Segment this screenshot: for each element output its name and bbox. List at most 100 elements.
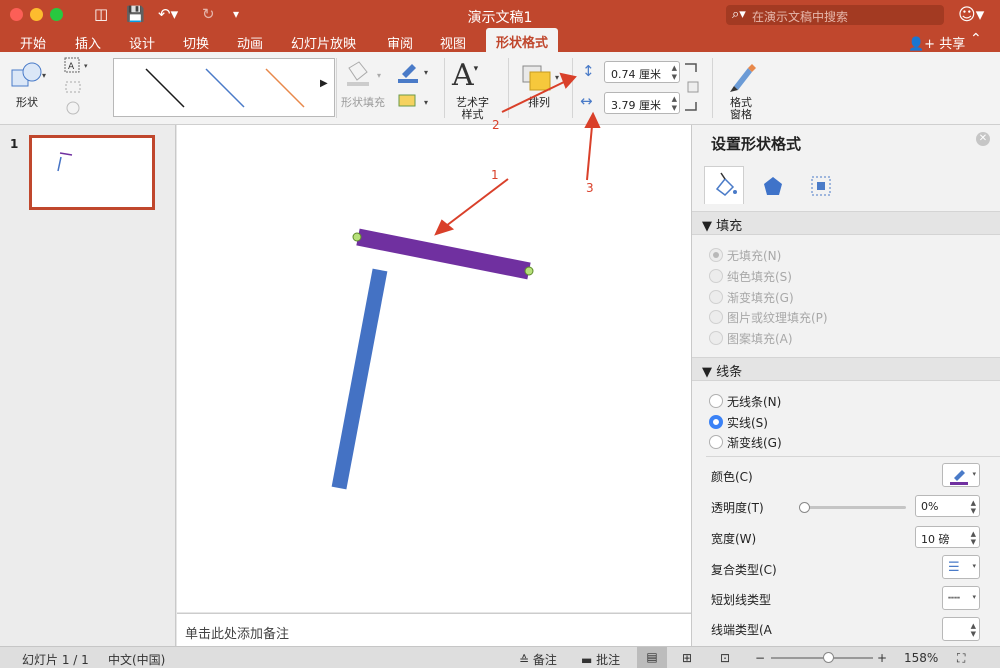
tab-insert[interactable]: 插入 [75, 33, 101, 52]
slide-canvas[interactable] [177, 125, 691, 612]
shape-width-field[interactable]: 3.79 厘米 ▲ ▼ [604, 92, 680, 114]
line-color-picker[interactable]: ▾ [942, 463, 980, 487]
tab-view[interactable]: 视图 [440, 33, 466, 52]
zoom-slider-thumb[interactable] [823, 652, 834, 663]
shape-label: 形状 [16, 96, 38, 109]
fill-option-label: 无填充(N) [727, 249, 782, 263]
zoom-slider[interactable] [771, 657, 873, 659]
line-style-swatch[interactable] [205, 68, 245, 108]
svg-text:▾: ▾ [42, 71, 46, 80]
gallery-scroll-icon[interactable]: ▶ [320, 78, 328, 89]
tab-design[interactable]: 设计 [129, 33, 155, 52]
notes-placeholder: 单击此处添加备注 [185, 627, 290, 642]
compound-lines-icon: ☰ [948, 560, 960, 575]
format-pane-icon[interactable] [726, 60, 758, 94]
transparency-label: 透明度(T) [711, 501, 764, 515]
height-decrement-icon[interactable]: ▼ [672, 73, 677, 81]
language-indicator[interactable]: 中文(中国) [108, 651, 165, 668]
transparency-field[interactable]: 0% ▲ ▼ [915, 495, 980, 517]
transparency-slider-thumb[interactable] [799, 502, 810, 513]
width-decrement-icon[interactable]: ▼ [672, 104, 677, 112]
tab-animations[interactable]: 动画 [237, 33, 263, 52]
shape-height-field[interactable]: 0.74 厘米 ▲ ▼ [604, 61, 680, 83]
notes-toggle[interactable]: ≙ 备注 [519, 651, 557, 668]
tab-transitions[interactable]: 切换 [183, 33, 209, 52]
line-style-swatch[interactable] [265, 68, 305, 108]
line-option-solid[interactable]: 实线(S) [709, 414, 768, 431]
presenter-view-icon[interactable]: ⊡ [720, 651, 730, 665]
tab-review[interactable]: 审阅 [387, 33, 413, 52]
slide-counter: 幻灯片 1 / 1 [22, 653, 89, 667]
effects-pentagon-icon[interactable] [762, 175, 784, 197]
compound-type-label: 复合类型(C) [711, 563, 777, 577]
shape-outline-effects-icons[interactable]: ▾ ▾ [396, 60, 432, 112]
annotation-label-2: 2 [492, 118, 500, 132]
close-pane-button[interactable]: ✕ [976, 132, 990, 146]
slide-thumbnail-preview [57, 152, 73, 172]
search-input[interactable]: ⌕▾ 在演示文稿中搜索 [726, 5, 944, 25]
tab-slideshow[interactable]: 幻灯片放映 [291, 33, 356, 52]
spin-arrows-icon[interactable]: ▲ ▼ [971, 499, 976, 515]
line-none-radio[interactable] [709, 394, 723, 408]
width-increment-icon[interactable]: ▲ [672, 95, 677, 103]
edit-shape-icon[interactable]: A ▾ [62, 56, 92, 120]
line-option-none[interactable]: 无线条(N) [709, 393, 781, 410]
line-width-field[interactable]: 10 磅 ▲ ▼ [915, 526, 980, 548]
search-icon: ⌕▾ [732, 7, 746, 22]
compound-type-picker[interactable]: ☰ ▾ [942, 555, 980, 579]
slide-sorter-icon[interactable]: ⊞ [682, 651, 692, 665]
tab-home[interactable]: 开始 [20, 33, 46, 52]
svg-text:▾: ▾ [424, 68, 428, 77]
fill-picture-radio [709, 310, 723, 324]
line-solid-radio[interactable] [709, 415, 723, 429]
notes-label: 备注 [532, 653, 557, 667]
format-shape-pane: 设置形状格式 ✕ ▼ 填充 无填充(N) 纯色填充(S) 渐变填充(G) 图片或… [691, 125, 1000, 646]
fill-option-label: 纯色填充(S) [727, 270, 792, 284]
expand-triangle-icon: ▼ [702, 219, 717, 234]
tab-shape-format[interactable]: 形状格式 [486, 28, 559, 52]
size-properties-icon[interactable] [810, 175, 832, 197]
zoom-in-icon[interactable]: + [877, 651, 887, 665]
fill-none-radio [709, 248, 723, 262]
line-section-header[interactable]: ▼ 线条 [692, 357, 1000, 381]
comments-toggle[interactable]: ▬ 批注 [581, 651, 620, 668]
add-person-icon: 👤+ [908, 37, 940, 52]
zoom-level[interactable]: 158% [904, 651, 938, 665]
dropdown-arrow-icon: ▾ [972, 470, 976, 478]
edit-shape-tools[interactable]: A ▾ [62, 56, 92, 120]
notes-icon: ≙ [519, 653, 533, 667]
fill-option-gradient: 渐变填充(G) [709, 289, 794, 306]
dash-type-picker[interactable]: ┅┅ ▾ [942, 586, 980, 610]
lock-aspect-ratio-icon[interactable] [684, 62, 702, 114]
line-style-swatches[interactable] [114, 59, 336, 118]
transparency-slider[interactable] [802, 506, 906, 509]
arrange-icon[interactable]: ▾ [520, 62, 564, 94]
shapes-icon[interactable]: ▾ [10, 60, 50, 92]
height-increment-icon[interactable]: ▲ [672, 64, 677, 72]
svg-text:▾: ▾ [84, 62, 88, 70]
feedback-smiley-icon[interactable]: ☺▾ [958, 5, 984, 25]
shape-height-icon: ↕ [582, 62, 595, 80]
shape-fill-label: 形状填充 [341, 96, 385, 109]
fit-to-window-icon[interactable]: ⛶ [957, 651, 965, 666]
slide-thumbnail[interactable] [29, 135, 155, 210]
wordart-icon[interactable]: A▾ [452, 58, 478, 93]
line-style-gallery[interactable] [113, 58, 335, 117]
fill-line-tab[interactable] [704, 166, 744, 204]
line-gradient-radio[interactable] [709, 435, 723, 449]
search-placeholder: 在演示文稿中搜索 [752, 10, 849, 24]
fill-section-header[interactable]: ▼ 填充 [692, 211, 1000, 235]
paint-bucket-icon [715, 172, 737, 196]
fill-option-picture: 图片或纹理填充(P) [709, 309, 828, 326]
normal-view-icon[interactable]: ▤ [637, 647, 667, 668]
spin-arrows-icon[interactable]: ▲ ▼ [971, 530, 976, 546]
shape-fill-icon[interactable]: ▾ [343, 60, 388, 90]
collapse-ribbon-icon[interactable]: ⌃ [970, 31, 982, 47]
share-button[interactable]: 👤+ 共享 [908, 33, 965, 52]
line-option-gradient[interactable]: 渐变线(G) [709, 434, 782, 451]
zoom-out-icon[interactable]: − [755, 651, 765, 665]
cap-type-picker[interactable]: ▲ ▼ [942, 617, 980, 641]
line-option-label: 渐变线(G) [727, 436, 782, 450]
line-style-swatch[interactable] [145, 68, 185, 108]
notes-field[interactable]: 单击此处添加备注 [177, 613, 691, 646]
